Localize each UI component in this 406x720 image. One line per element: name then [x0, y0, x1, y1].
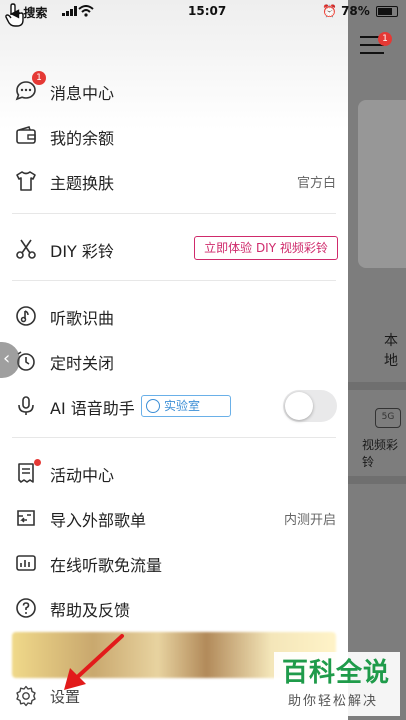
wallet-icon [16, 126, 36, 144]
menu-item-label: 帮助及反馈 [50, 601, 131, 620]
microphone-icon [18, 396, 34, 415]
5g-video-icon: 5G [375, 408, 401, 428]
menu-item-label: 活动中心 [50, 466, 115, 485]
menu-item-theme[interactable]: 主题换肤 官方白 [0, 160, 348, 200]
menu-item-import-playlist[interactable]: 导入外部歌单 内测开启 [0, 497, 348, 537]
background-video-label[interactable]: 视频彩铃 [362, 436, 406, 470]
lab-tag-label: 实验室 [164, 399, 201, 413]
background-card[interactable] [358, 100, 406, 268]
diy-video-ringtone-tag[interactable]: 立即体验 DIY 视频彩铃 [194, 236, 338, 260]
wifi-icon [78, 5, 94, 17]
battery-icon [376, 6, 398, 17]
section-divider [12, 437, 336, 438]
question-circle-icon [16, 598, 36, 618]
toggle-knob [285, 392, 313, 420]
tshirt-icon [16, 171, 36, 191]
activity-red-dot [34, 459, 41, 466]
alarm-icon: ⏰ [321, 4, 337, 18]
menu-item-label: DIY 彩铃 [50, 242, 114, 261]
menu-item-label: 我的余额 [50, 129, 115, 148]
lab-icon [146, 399, 160, 413]
watermark-title: 百科全说 [282, 658, 391, 688]
menu-item-help-feedback[interactable]: 帮助及反馈 [0, 587, 348, 627]
menu-item-label: AI 语音助手 [50, 399, 135, 418]
menu-item-label: 导入外部歌单 [50, 511, 147, 530]
annotation-arrow-icon [64, 634, 124, 690]
status-right: ⏰ 78% [322, 4, 398, 18]
ai-voice-toggle[interactable] [283, 390, 337, 422]
menu-item-label: 主题换肤 [50, 174, 115, 193]
import-status-value: 内测开启 [283, 513, 336, 528]
menu-item-message-center[interactable]: 消息中心 [0, 70, 348, 110]
message-count-badge: 1 [32, 71, 46, 85]
menu-item-label: 定时关闭 [50, 354, 115, 373]
theme-value: 官方白 [296, 176, 336, 191]
scissors-icon [16, 239, 36, 259]
menu-item-balance[interactable]: 我的余额 [0, 115, 348, 155]
status-back-label[interactable]: ◀ 搜索 [10, 4, 47, 21]
music-recognition-icon [16, 306, 36, 326]
menu-item-label: 听歌识曲 [50, 309, 115, 328]
menu-item-free-data[interactable]: 在线听歌免流量 [0, 542, 348, 582]
menu-item-label: 消息中心 [50, 84, 115, 103]
menu-item-song-recognition[interactable]: 听歌识曲 [0, 295, 348, 335]
menu-notification-badge: 1 [378, 32, 392, 46]
lab-tag: 实验室 [141, 395, 231, 417]
section-divider [12, 213, 336, 214]
background-divider [348, 382, 406, 390]
background-local-label[interactable]: 本地 [384, 330, 406, 370]
watermark-subtitle: 助你轻松解决 [288, 694, 379, 709]
menu-item-activity-center[interactable]: 活动中心 [0, 452, 348, 492]
status-time: 15:07 [188, 4, 227, 18]
import-icon [17, 510, 35, 526]
status-bar: ◀ 搜索 15:07 ⏰ 78% [0, 0, 406, 24]
watermark: 百科全说 助你轻松解决 [274, 652, 400, 716]
section-divider [12, 280, 336, 281]
menu-item-label: 在线听歌免流量 [50, 556, 163, 575]
gear-icon [16, 685, 36, 707]
side-drawer: 消息中心 1 我的余额 主题换肤 官方白 DIY 彩铃 立即体验 DIY 视频彩… [0, 0, 348, 720]
battery-percent: 78% [341, 4, 370, 18]
data-card-icon [16, 555, 36, 571]
background-divider [348, 476, 406, 484]
signal-icon [62, 6, 77, 16]
menu-item-sleep-timer[interactable]: 定时关闭 [0, 340, 348, 380]
